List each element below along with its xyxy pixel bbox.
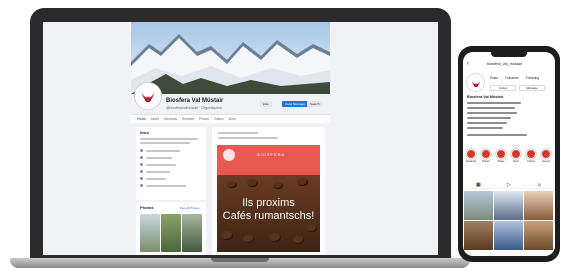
post-caption-line (218, 137, 278, 139)
tab-photos[interactable]: Photos (199, 117, 209, 121)
page-subtitle: @biosferavalmustair · Organisaziun (166, 106, 222, 110)
page-tabs: Posts About Mentions Reviews Photos Vide… (131, 114, 330, 123)
intro-text-line (140, 142, 190, 144)
story-highlight[interactable]: Sport (510, 149, 522, 163)
profile-tab-icons: ▦ ▷ ☺ (463, 181, 555, 189)
page-avatar[interactable] (135, 83, 161, 109)
bio-name: Biosfera Val Müstair (467, 95, 504, 99)
story-highlight[interactable]: Cultura (525, 149, 537, 163)
photo-thumbnail[interactable] (161, 214, 181, 252)
intro-text-line (146, 149, 180, 152)
intro-text-line (146, 156, 172, 159)
story-highlight[interactable]: Events (540, 149, 552, 163)
biosfera-logo-icon (141, 92, 155, 103)
post-image[interactable]: BIOSFERA Ils proxims Cafés rumantschs! (217, 145, 320, 252)
bio-line (467, 127, 503, 129)
post-card: BIOSFERA Ils proxims Cafés rumantschs! (212, 127, 325, 255)
bio-line (467, 117, 511, 119)
post-headline-1: Ils proxims (242, 197, 295, 209)
post-tile[interactable] (524, 191, 553, 220)
coffee-bean (293, 236, 304, 244)
post-header (218, 131, 258, 135)
intro-text-line (146, 163, 176, 166)
see-all-photos-link[interactable]: See All Photos (180, 206, 200, 210)
back-arrow-icon[interactable]: ‹ (467, 61, 469, 67)
post-headline-2: Cafés rumantschs! (222, 210, 315, 222)
following-count[interactable]: Following (526, 76, 539, 80)
photo-thumbnail[interactable] (140, 214, 160, 252)
photos-card: Photos See All Photos (136, 202, 206, 255)
intro-title: Intro (140, 130, 149, 135)
info-icon (140, 149, 143, 152)
story-highlight[interactable]: Sustanza (465, 149, 477, 163)
bio-line (467, 122, 507, 124)
post-tile[interactable] (524, 221, 553, 250)
search-button[interactable]: Search (307, 101, 323, 107)
profile-username: biosfera_val_müstair (487, 62, 523, 66)
coffee-bean (243, 235, 254, 243)
coffee-bean (269, 233, 281, 242)
photos-title: Photos (140, 205, 154, 210)
page-title: Biosfera Val Müstair (166, 98, 224, 104)
post-tile[interactable] (464, 191, 493, 220)
intro-text-line (146, 170, 170, 173)
grid-icon[interactable]: ▦ (476, 182, 481, 188)
tab-more[interactable]: More (229, 117, 236, 121)
tab-mentions[interactable]: Mentions (164, 117, 177, 121)
post-brand: BIOSFERA (257, 152, 286, 157)
coffee-bean (247, 179, 258, 187)
profile-avatar[interactable] (467, 74, 484, 91)
tab-posts[interactable]: Posts (137, 117, 146, 121)
profile-stats: Posts Followers Following (490, 76, 539, 80)
reels-icon[interactable]: ▷ (507, 182, 511, 188)
story-highlight[interactable]: Natura (480, 149, 492, 163)
phone-screen: ‹ biosfera_val_müstair Posts Followers F… (463, 52, 555, 256)
follow-button[interactable]: Follow (490, 85, 516, 91)
biosfera-logo-icon (223, 149, 235, 161)
laptop-hinge-notch (211, 258, 269, 262)
laptop-screen: Biosfera Val Müstair @biosferavalmustair… (43, 22, 438, 255)
tab-about[interactable]: About (151, 117, 159, 121)
bio-line (467, 102, 521, 104)
coffee-bean (227, 181, 237, 188)
tagged-icon[interactable]: ☺ (537, 182, 542, 188)
email-icon (140, 170, 143, 173)
star-icon (140, 184, 143, 187)
coffee-bean (221, 231, 233, 240)
intro-text-line (140, 138, 198, 140)
globe-icon (140, 177, 143, 180)
phone-icon (140, 163, 143, 166)
post-tile[interactable] (494, 221, 523, 250)
post-tile[interactable] (464, 221, 493, 250)
send-message-button[interactable]: Send Message (282, 101, 309, 107)
intro-text-line (146, 177, 166, 180)
phone-notch (491, 52, 527, 57)
intro-text-line (146, 184, 186, 187)
followers-count[interactable]: Followers (505, 76, 519, 80)
photo-thumbnail[interactable] (182, 214, 202, 252)
tab-videos[interactable]: Videos (214, 117, 224, 121)
bio-line (467, 134, 527, 136)
bio-line (467, 112, 517, 114)
message-button[interactable]: Message (519, 85, 545, 91)
bio-line (467, 107, 515, 109)
tab-reviews[interactable]: Reviews (182, 117, 194, 121)
story-highlight[interactable]: Pässe (495, 149, 507, 163)
coffee-bean (273, 182, 283, 189)
intro-card: Intro (136, 127, 206, 200)
coffee-bean (307, 225, 317, 232)
post-tile[interactable] (494, 191, 523, 220)
cover-photo (131, 22, 330, 94)
coffee-bean (297, 178, 308, 186)
posts-count[interactable]: Posts (490, 76, 498, 80)
biosfera-logo-icon (471, 80, 480, 87)
like-button[interactable]: Like (260, 101, 272, 107)
location-icon (140, 156, 143, 159)
